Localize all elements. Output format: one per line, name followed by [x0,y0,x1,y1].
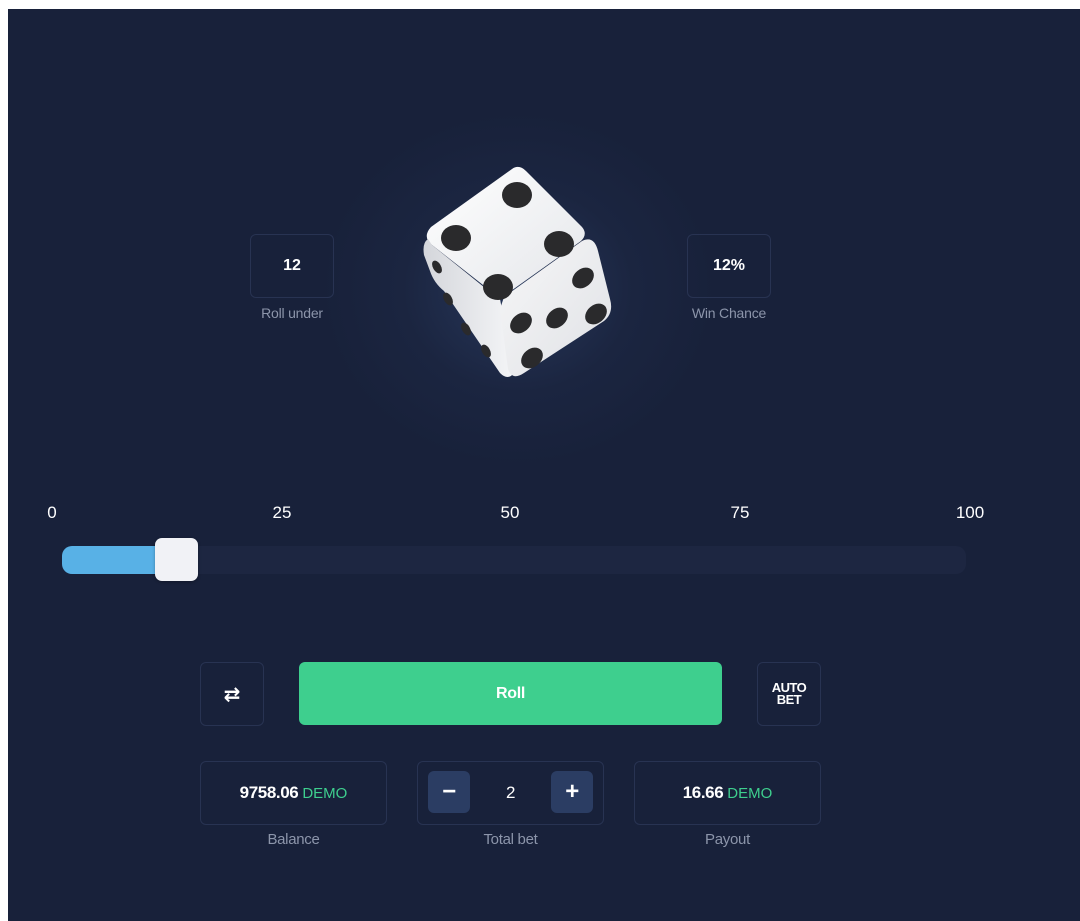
decrease-bet-button[interactable]: − [428,771,470,813]
win-chance-value: 12% [712,257,746,274]
roll-under-label: Roll under [261,305,323,321]
payout-label: Payout [705,831,750,848]
dice-game-app: 12 Roll under 12% Win Chance 0 25 50 75 … [8,9,1080,921]
roll-slider-track[interactable] [62,538,966,581]
auto-bet-label: AUTO BET [769,681,809,707]
payout-currency: DEMO [727,784,773,802]
total-bet-box: − 2 + [417,761,604,825]
increase-bet-button[interactable]: + [551,771,593,813]
total-bet-label: Total bet [483,831,538,848]
auto-bet-button[interactable]: AUTO BET [757,662,821,726]
win-chance-box[interactable]: 12% [687,234,771,298]
slider-tick-75: 75 [730,503,750,522]
dice-icon [423,166,612,377]
roll-under-box[interactable]: 12 [250,234,334,298]
balance-currency: DEMO [302,784,348,802]
slider-tick-0: 0 [47,503,57,522]
balance-box: 9758.06 DEMO [200,761,387,825]
roll-under-value: 12 [283,257,301,274]
win-chance-label: Win Chance [691,305,767,321]
balance-label: Balance [267,831,320,848]
payout-box: 16.66 DEMO [634,761,821,825]
payout-amount: 16.66 [682,783,724,802]
plus-icon: + [565,778,579,805]
total-bet-value[interactable]: 2 [506,783,515,803]
roll-slider-handle[interactable] [154,538,198,581]
slider-tick-50: 50 [500,503,520,522]
balance-amount: 9758.06 [239,783,299,802]
slider-tick-25: 25 [272,503,292,522]
swap-arrows-icon: ⇄ [223,683,241,706]
slider-tick-100: 100 [955,503,985,522]
roll-button-label: Roll [495,684,526,702]
swap-direction-button[interactable]: ⇄ [200,662,264,726]
auto-bet-line2: BET [776,692,802,707]
roll-button[interactable]: Roll [299,662,722,725]
minus-icon: − [442,778,456,805]
